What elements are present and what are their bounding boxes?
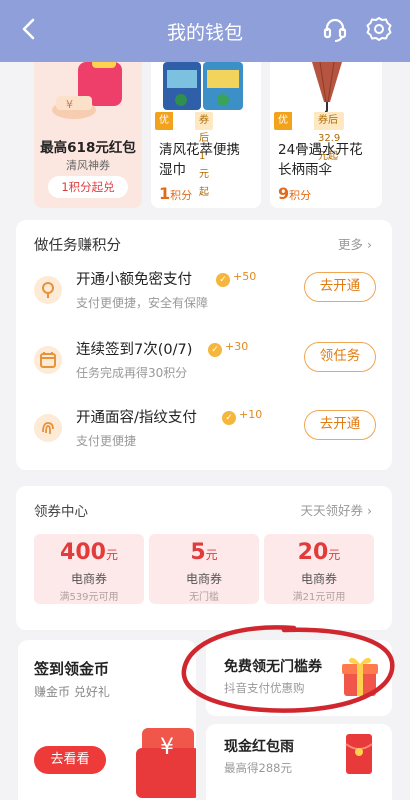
task-item: 开通面容/指纹支付 ✓ +10 支付更便捷 去开通	[16, 404, 392, 464]
umbrella-product-image	[270, 62, 382, 112]
product-card-red-packet[interactable]: ¥ 最高618元红包 清风神券 1积分起兑	[34, 62, 142, 208]
signin-promo-card[interactable]: 签到领金币 赚金币 兑好礼 去看看 ¥	[18, 640, 196, 800]
more-link[interactable]: 更多 ›	[338, 234, 372, 253]
coupon-type: 电商券	[185, 572, 222, 586]
product-name: 清风花萃便携 湿巾	[159, 142, 240, 178]
task-desc: 支付更便捷，安全有保障	[76, 296, 209, 310]
calendar-icon	[34, 346, 62, 374]
points-badge-icon: ✓	[208, 343, 222, 357]
points-badge-icon: ✓	[222, 411, 236, 425]
promo-title: 免费领无门槛券	[224, 659, 322, 675]
open-button[interactable]: 去开通	[304, 410, 376, 440]
chevron-right-icon: ›	[367, 237, 372, 252]
svg-text:¥: ¥	[66, 98, 73, 111]
section-title: 领券中心	[34, 504, 88, 520]
free-coupon-promo-card[interactable]: 免费领无门槛券 抖音支付优惠购	[206, 640, 392, 716]
task-desc: 支付更便捷	[76, 434, 137, 448]
product-name: 24骨遇水开花 长柄雨伞	[278, 142, 363, 178]
coupon-condition: 满539元可用	[59, 592, 119, 603]
promo-subtitle: 抖音支付优惠购	[224, 681, 305, 695]
product-row: ¥ 最高618元红包 清风神券 1积分起兑 优惠券 券后1元起 清风花萃便携 湿…	[18, 62, 392, 212]
promo-title: 签到领金币	[34, 660, 110, 678]
red-packet-rain-card[interactable]: 现金红包雨 最高得288元	[206, 724, 392, 800]
coupon-type: 电商券	[300, 572, 337, 586]
coupon-card[interactable]: 5元 电商券 无门槛	[149, 534, 259, 604]
chevron-right-icon: ›	[367, 503, 372, 518]
product-title: 最高618元红包	[40, 140, 136, 156]
task-item: 连续签到7次(0/7) ✓ +30 任务完成再得30积分 领任务	[16, 336, 392, 396]
headset-icon[interactable]	[320, 14, 350, 44]
coupon-amount: 20	[297, 540, 329, 565]
fingerprint-icon	[34, 414, 62, 442]
task-name: 开通小额免密支付	[76, 272, 192, 288]
coupon-condition: 满21元可用	[292, 592, 346, 603]
view-button[interactable]: 去看看	[34, 746, 106, 774]
more-coupons-link[interactable]: 天天领好券 ›	[301, 500, 373, 519]
coupon-amount: 5	[190, 540, 206, 565]
product-subtitle: 清风神券	[66, 159, 110, 172]
task-bonus: ✓ +50	[216, 270, 256, 287]
wipes-product-image	[151, 62, 261, 112]
red-envelope-icon	[345, 734, 373, 774]
task-card: 做任务赚积分 更多 › 开通小额免密支付 ✓ +50 支付更便捷，安全有保障 去开…	[16, 220, 392, 470]
product-card-umbrella[interactable]: 优惠券 券后32.9元起 24骨遇水开花 长柄雨伞 9积分	[270, 62, 382, 208]
points-badge-icon: ✓	[216, 273, 230, 287]
promo-subtitle: 赚金币 兑好礼	[34, 685, 110, 699]
gift-box-icon	[342, 657, 378, 696]
task-bonus: ✓ +10	[222, 408, 262, 425]
promo-subtitle: 最高得288元	[224, 761, 292, 775]
coupon-condition: 无门槛	[189, 592, 219, 603]
gear-icon[interactable]	[364, 14, 394, 44]
coupon-card[interactable]: 20元 电商券 满21元可用	[264, 534, 374, 604]
coupon-type: 电商券	[70, 572, 107, 586]
yuan-coin-icon: ¥	[136, 728, 196, 798]
product-card-wipes[interactable]: 优惠券 券后1元起 清风花萃便携 湿巾 1积分	[151, 62, 261, 208]
task-desc: 任务完成再得30积分	[76, 366, 188, 380]
coupon-center-card: 领券中心 天天领好券 › 400元 电商券 满539元可用 5元 电商券 无门槛…	[16, 486, 392, 630]
coupon-amount: 400	[60, 540, 106, 565]
coupon-card[interactable]: 400元 电商券 满539元可用	[34, 534, 144, 604]
task-item: 开通小额免密支付 ✓ +50 支付更便捷，安全有保障 去开通	[16, 266, 392, 326]
section-title: 做任务赚积分	[34, 238, 121, 254]
task-name: 开通面容/指纹支付	[76, 410, 197, 426]
promo-title: 现金红包雨	[224, 739, 294, 755]
red-packet-gift-icon: ¥	[52, 62, 122, 119]
product-points: 1积分	[159, 184, 193, 203]
product-points: 9积分	[278, 184, 312, 203]
claim-task-button[interactable]: 领任务	[304, 342, 376, 372]
task-name: 连续签到7次(0/7)	[76, 342, 193, 358]
open-button[interactable]: 去开通	[304, 272, 376, 302]
top-bar: 我的钱包	[0, 0, 410, 62]
lock-icon	[34, 276, 62, 304]
task-bonus: ✓ +30	[208, 340, 248, 357]
redeem-button[interactable]: 1积分起兑	[48, 176, 128, 198]
svg-text:¥: ¥	[160, 735, 174, 760]
